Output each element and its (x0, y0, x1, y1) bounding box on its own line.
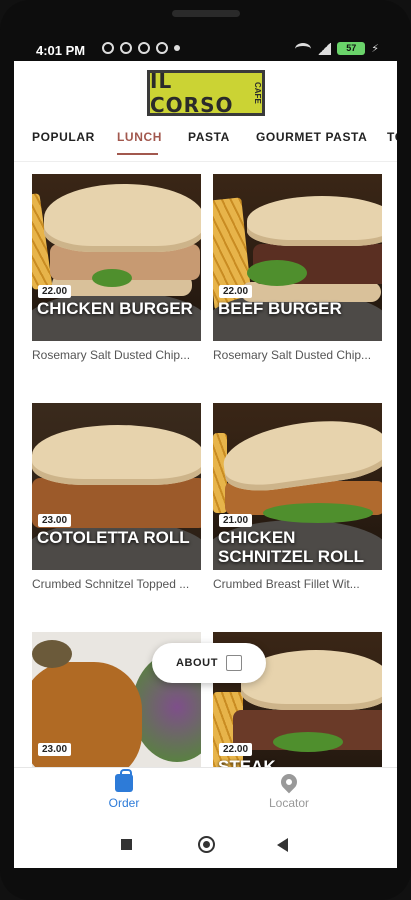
wifi-icon (295, 42, 312, 55)
menu-grid: 22.00 CHICKEN BURGER Rosemary Salt Duste… (32, 174, 382, 814)
back-icon[interactable] (277, 838, 288, 852)
tab-pasta[interactable]: PASTA (188, 124, 230, 161)
status-bar: 4:01 PM 57 ⚡ (14, 30, 397, 60)
tab-more[interactable]: TO (387, 124, 397, 161)
active-tab-indicator (117, 153, 158, 155)
item-description: Crumbed Breast Fillet Wit... (213, 577, 360, 591)
price-badge: 21.00 (219, 514, 253, 527)
item-title: CHICKEN SCHNITZEL ROLL (218, 528, 365, 566)
price-badge: 22.00 (219, 285, 253, 298)
item-description: Rosemary Salt Dusted Chip... (32, 348, 191, 362)
menu-card-cotoletta-roll[interactable]: 23.00 COTOLETTA ROLL Crumbed Schnitzel T… (32, 403, 201, 591)
charging-icon: ⚡ (371, 43, 379, 55)
system-navigation-bar (14, 822, 397, 868)
speaker-grille (172, 10, 240, 17)
price-badge: 22.00 (219, 743, 253, 756)
nav-order-label: Order (108, 796, 140, 810)
notification-icon (156, 42, 168, 54)
category-tabs: POPULAR LUNCH PASTA GOURMET PASTA TO (14, 124, 397, 162)
item-description: Rosemary Salt Dusted Chip... (213, 348, 372, 362)
settings-icon (120, 42, 132, 54)
app-screen: IL CORSO CAFE POPULAR LUNCH PASTA GOURME… (14, 61, 397, 822)
dot-icon (174, 45, 180, 51)
tab-gourmet-pasta[interactable]: GOURMET PASTA (256, 124, 367, 161)
recent-apps-icon[interactable] (121, 839, 132, 850)
item-title: CHICKEN BURGER (37, 299, 193, 318)
food-image: 22.00 CHICKEN BURGER (32, 174, 201, 341)
nav-locator-label: Locator (268, 796, 310, 810)
logo-text: IL CORSO (150, 69, 234, 117)
menu-card-beef-burger[interactable]: 22.00 BEEF BURGER Rosemary Salt Dusted C… (213, 174, 382, 362)
alarm-icon (102, 42, 114, 54)
item-title: BEEF BURGER (218, 299, 342, 318)
item-description: Crumbed Schnitzel Topped ... (32, 577, 190, 591)
sync-icon (138, 42, 150, 54)
item-title: COTOLETTA ROLL (37, 528, 190, 547)
bottom-navigation: Order Locator (14, 767, 397, 822)
tab-lunch[interactable]: LUNCH (117, 124, 162, 161)
app-logo: IL CORSO CAFE (147, 69, 265, 117)
food-image: 21.00 CHICKEN SCHNITZEL ROLL (213, 403, 382, 570)
about-label: ABOUT (175, 657, 219, 669)
tab-popular[interactable]: POPULAR (32, 124, 95, 161)
price-badge: 23.00 (38, 743, 72, 756)
price-badge: 23.00 (38, 514, 72, 527)
document-icon (226, 655, 243, 671)
price-badge: 22.00 (38, 285, 72, 298)
status-system-icons: 57 ⚡ (295, 42, 379, 55)
map-pin-icon (277, 770, 301, 794)
battery-icon: 57 (337, 42, 366, 55)
menu-card-chicken-burger[interactable]: 22.00 CHICKEN BURGER Rosemary Salt Duste… (32, 174, 201, 362)
signal-icon (317, 42, 332, 55)
menu-card-chicken-schnitzel-roll[interactable]: 21.00 CHICKEN SCHNITZEL ROLL Crumbed Bre… (213, 403, 382, 591)
status-time: 4:01 PM (36, 43, 86, 58)
about-button[interactable]: ABOUT (152, 643, 266, 683)
food-image: 22.00 BEEF BURGER (213, 174, 382, 341)
shopping-bag-icon (115, 769, 133, 792)
nav-order[interactable]: Order (84, 769, 164, 810)
nav-locator[interactable]: Locator (249, 770, 329, 810)
phone-frame: 4:01 PM 57 ⚡ IL CORSO CAFE POPULAR LUNCH… (0, 0, 411, 900)
home-icon[interactable] (198, 836, 215, 853)
food-image: 23.00 COTOLETTA ROLL (32, 403, 201, 570)
status-notification-icons (102, 42, 180, 54)
logo-subtext: CAFE (253, 82, 262, 104)
